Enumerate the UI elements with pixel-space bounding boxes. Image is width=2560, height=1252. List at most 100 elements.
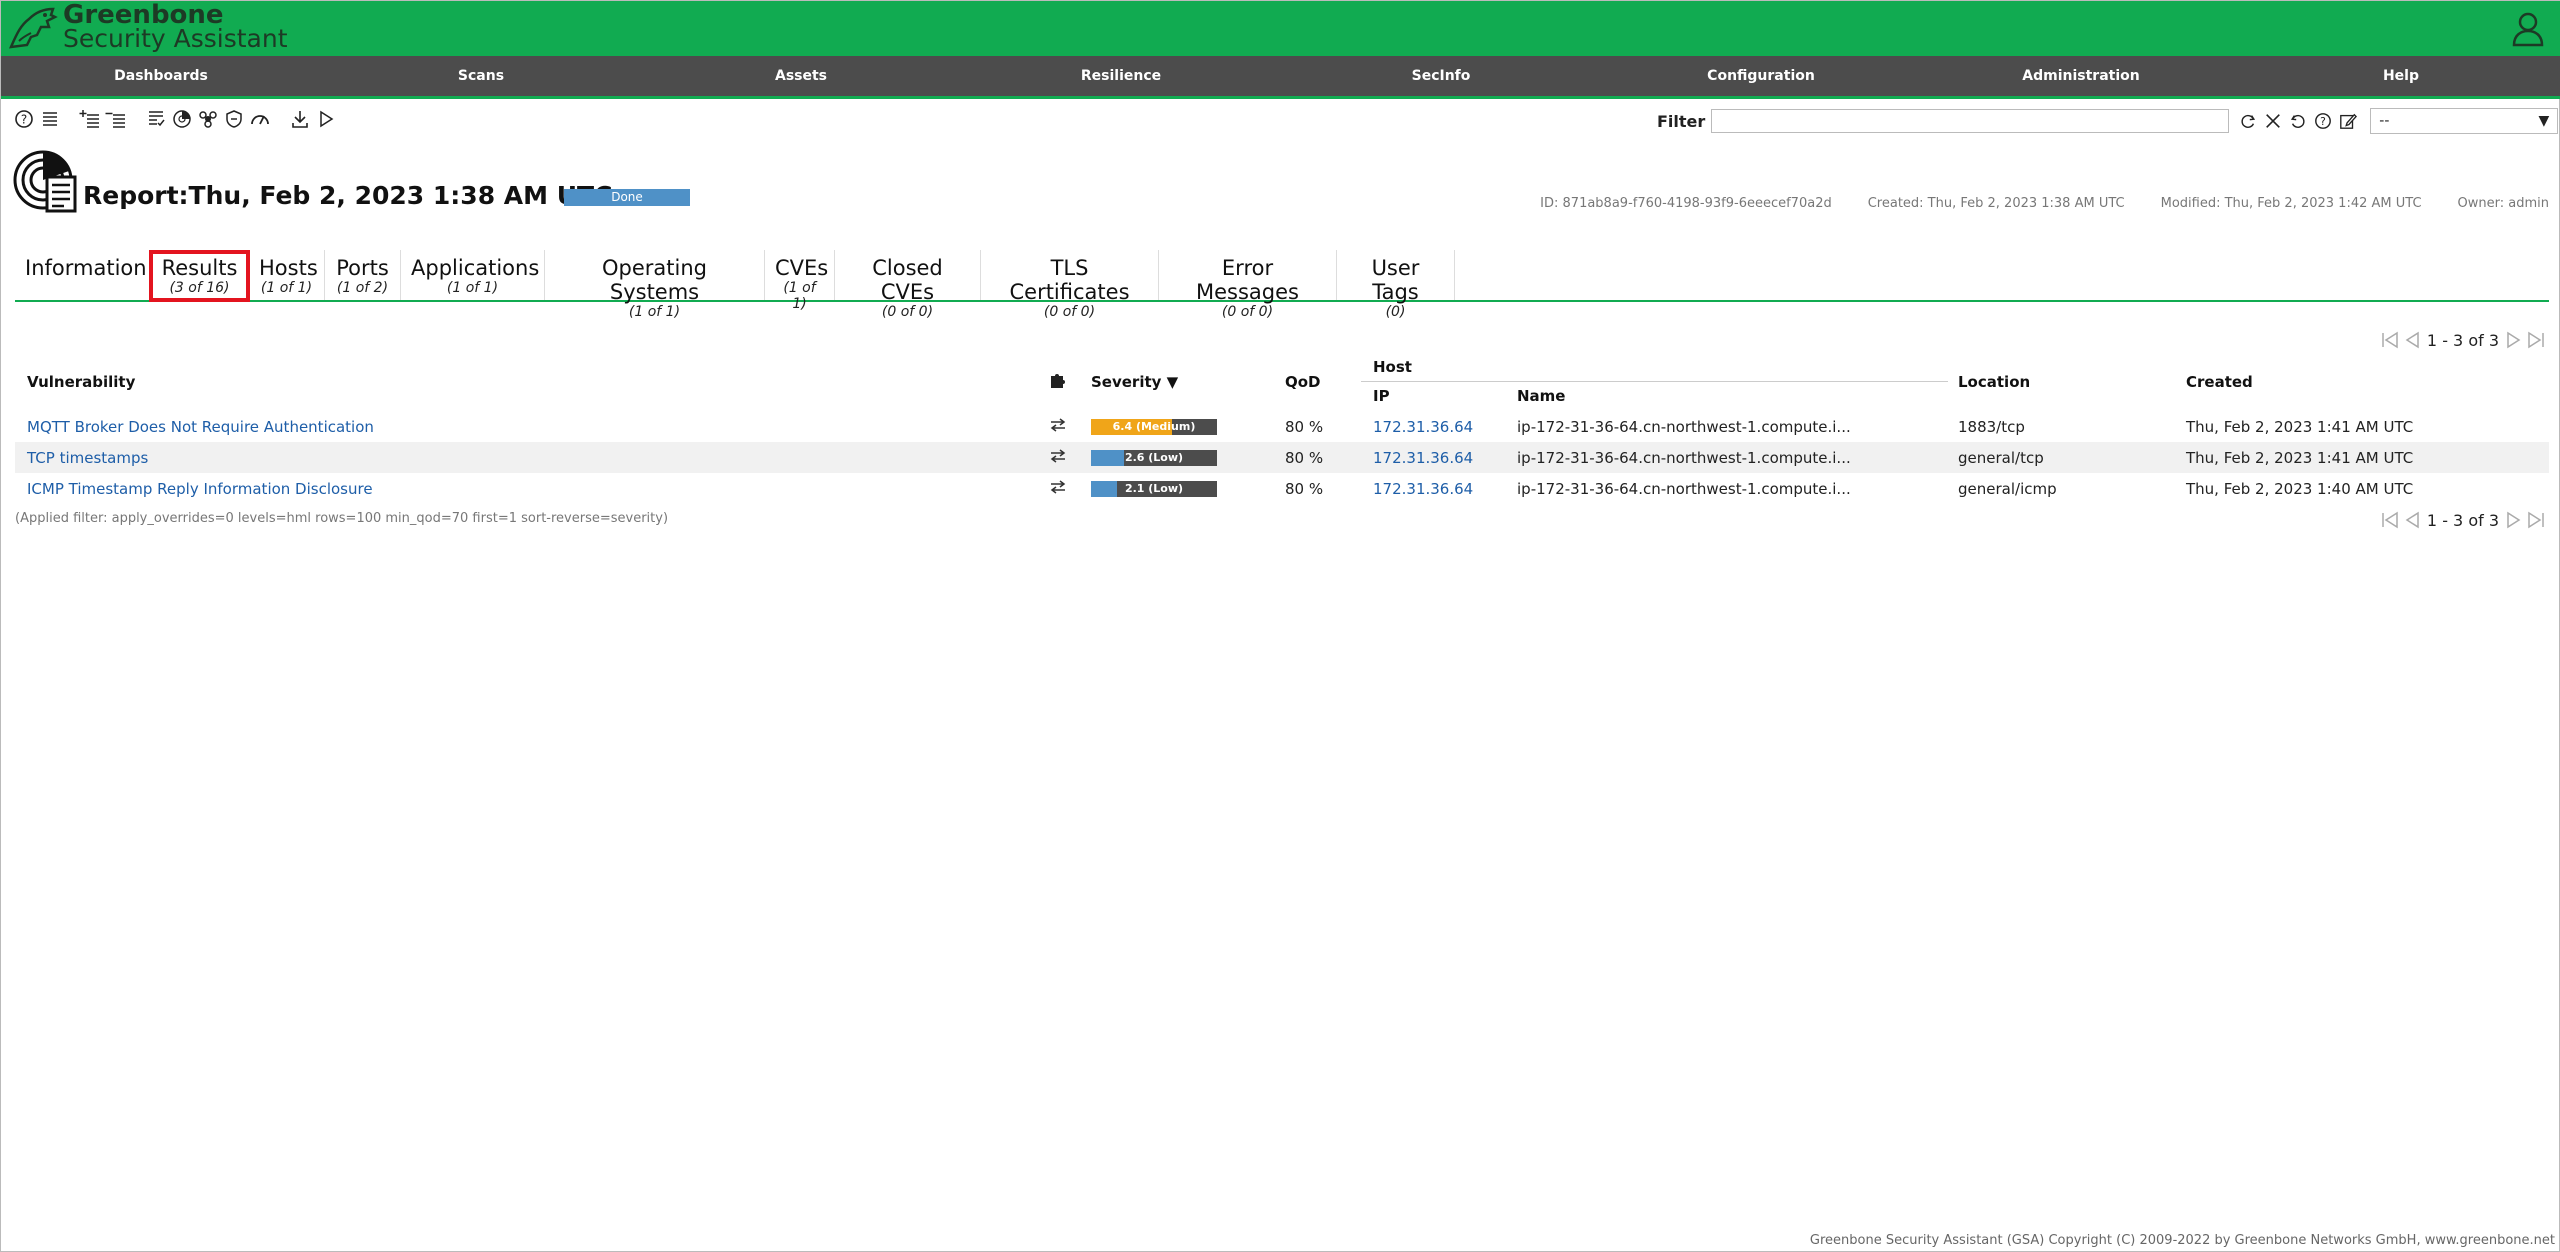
tab-label: Closed CVEs [872,256,943,304]
menu-secinfo[interactable]: SecInfo [1281,56,1601,96]
column-header-severity[interactable]: Severity ▼ [1083,353,1285,411]
tab-label: Applications [411,256,540,280]
tab-applications[interactable]: Applications (1 of 1) [401,250,545,300]
clear-filter-icon[interactable] [2262,110,2284,132]
column-header-name[interactable]: Name [1513,381,1948,411]
edit-filter-icon[interactable] [2337,110,2359,132]
page-title: Report:Thu, Feb 2, 2023 1:38 AM UTC [83,181,613,210]
vulnerabilities-icon[interactable] [197,108,219,130]
svg-text:?: ? [2320,115,2326,128]
applied-filter-text: (Applied filter: apply_overrides=0 level… [15,511,669,526]
user-icon[interactable] [2511,11,2545,47]
tab-count: (1 of 1) [783,280,816,312]
severity-label: 2.1 (Low) [1124,481,1184,495]
add-to-assets-icon[interactable] [79,108,101,130]
column-header-ip[interactable]: IP [1361,381,1513,411]
last-page-icon[interactable] [2525,509,2547,531]
tab-count: (0 of 0) [1043,304,1096,320]
reset-filter-icon[interactable] [2287,110,2309,132]
report-owner: Owner: admin [2457,196,2549,211]
start-icon[interactable] [315,108,337,130]
saved-filter-select[interactable]: -- ▼ [2370,108,2559,134]
column-header-vulnerability[interactable]: Vulnerability [15,353,1033,411]
host-ip-link[interactable]: 172.31.36.64 [1373,449,1473,467]
tls-certificates-icon[interactable] [223,108,245,130]
table-row[interactable]: MQTT Broker Does Not Require Authenticat… [15,411,2549,442]
main-menu: Dashboards Scans Assets Resilience SecIn… [1,56,2560,99]
menu-administration[interactable]: Administration [1921,56,2241,96]
refresh-filter-icon[interactable] [2237,110,2259,132]
location-value: general/icmp [1958,479,2057,498]
download-icon[interactable] [289,108,311,130]
remove-from-assets-icon[interactable] [105,108,127,130]
severity-bar: 2.6 (Low) [1091,449,1217,466]
host-ip-link[interactable]: 172.31.36.64 [1373,418,1473,436]
menu-configuration[interactable]: Configuration [1601,56,1921,96]
tab-hosts[interactable]: Hosts (1 of 1) [249,250,325,300]
report-toolbar: ? [13,105,341,133]
pagination-text: 1 - 3 of 3 [2426,510,2499,530]
first-page-icon[interactable] [2379,509,2401,531]
menu-resilience[interactable]: Resilience [961,56,1281,96]
created-value: Thu, Feb 2, 2023 1:41 AM UTC [2186,417,2414,436]
tab-label: TLS Certificates [1009,256,1130,304]
previous-page-icon[interactable] [2401,509,2423,531]
menu-scans[interactable]: Scans [321,56,641,96]
delta-swap-icon [1050,417,1066,432]
previous-page-icon[interactable] [2401,329,2423,351]
filter-help-icon[interactable]: ? [2312,110,2334,132]
tab-label: Information [25,256,147,280]
host-name: ip-172-31-36-64.cn-northwest-1.compute.i… [1513,442,1948,473]
tab-results[interactable]: Results (3 of 16) [149,250,250,302]
tab-user-tags[interactable]: User Tags (0) [1337,250,1455,320]
menu-help[interactable]: Help [2241,56,2560,96]
column-header-created[interactable]: Created [2176,353,2549,411]
menu-assets[interactable]: Assets [641,56,961,96]
vulnerability-link[interactable]: ICMP Timestamp Reply Information Disclos… [27,480,373,498]
table-row[interactable]: TCP timestamps 2.6 (Low) 80 % 172.31.36.64 i… [15,442,2549,473]
menu-dashboards[interactable]: Dashboards [1,56,321,96]
tab-count: (1 of 2) [336,280,389,296]
table-row[interactable]: ICMP Timestamp Reply Information Disclos… [15,473,2549,504]
last-page-icon[interactable] [2525,329,2547,351]
report-modified: Modified: Thu, Feb 2, 2023 1:42 AM UTC [2160,196,2422,211]
list-icon[interactable] [39,108,61,130]
column-header-location[interactable]: Location [1948,353,2176,411]
tab-cves[interactable]: CVEs (1 of 1) [765,250,835,312]
tab-error-messages[interactable]: Error Messages (0 of 0) [1159,250,1337,320]
host-name: ip-172-31-36-64.cn-northwest-1.compute.i… [1517,479,1851,498]
performance-icon[interactable] [249,108,271,130]
tab-label: User Tags [1371,256,1420,304]
severity-bar: 2.1 (Low) [1091,480,1217,497]
tab-label: Hosts [259,256,318,280]
filter-input[interactable] [1711,109,2230,133]
top-header: Greenbone Security Assistant [1,1,2560,56]
host-ip-link[interactable]: 172.31.36.64 [1373,480,1473,498]
location-value: general/tcp [1948,442,2176,473]
solution-type-column-icon[interactable] [1033,353,1083,411]
vulnerability-link[interactable]: TCP timestamps [27,449,148,467]
report-metadata: ID: 871ab8a9-f760-4198-93f9-6eeecef70a2d… [1540,196,2549,211]
first-page-icon[interactable] [2379,329,2401,351]
report-id: ID: 871ab8a9-f760-4198-93f9-6eeecef70a2d [1540,196,1832,211]
tab-closed-cves[interactable]: Closed CVEs (0 of 0) [835,250,981,320]
tab-count: (0 of 0) [881,304,934,320]
tab-operating-systems[interactable]: Operating Systems (1 of 1) [545,250,765,320]
results-icon[interactable] [171,108,193,130]
tab-information[interactable]: Information [15,250,151,300]
next-page-icon[interactable] [2503,509,2525,531]
help-icon[interactable]: ? [13,108,35,130]
next-page-icon[interactable] [2503,329,2525,351]
tab-ports[interactable]: Ports (1 of 2) [325,250,401,300]
column-header-qod[interactable]: QoD [1285,353,1361,411]
severity-label: 2.6 (Low) [1124,450,1184,464]
vulnerability-link[interactable]: MQTT Broker Does Not Require Authenticat… [27,418,374,436]
brand-subtitle: Security Assistant [63,24,288,53]
qod-value: 80 % [1285,479,1324,498]
tab-tls-certificates[interactable]: TLS Certificates (0 of 0) [981,250,1159,320]
saved-filter-value: -- [2379,113,2390,129]
greenbone-logo-icon[interactable] [7,3,59,53]
tab-label: Operating Systems [602,256,707,304]
created-value: Thu, Feb 2, 2023 1:40 AM UTC [2186,479,2414,498]
task-details-icon[interactable] [145,108,167,130]
